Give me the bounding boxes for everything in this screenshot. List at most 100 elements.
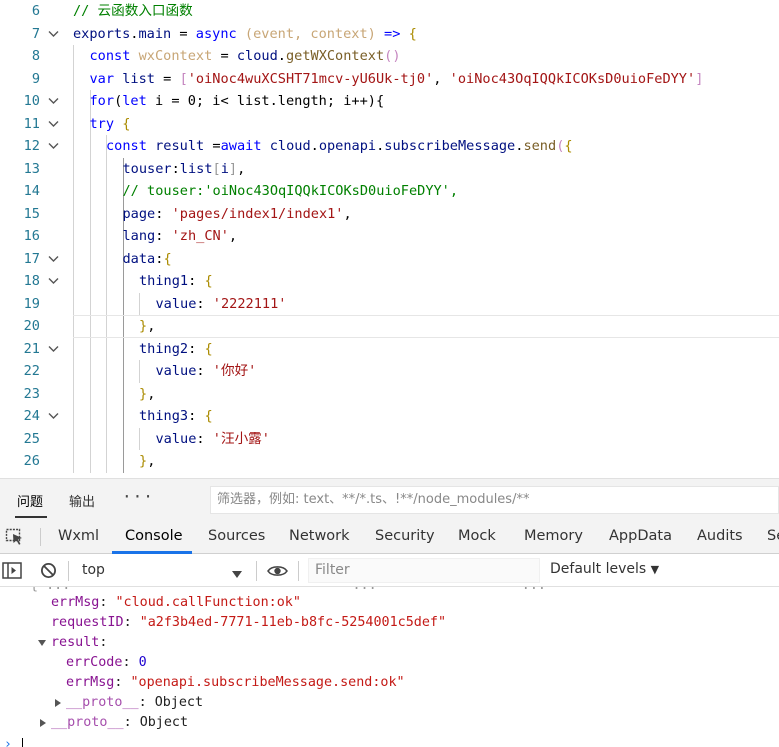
log-levels-dropdown[interactable]: Default levels ▼ <box>550 561 659 577</box>
code-token: : <box>196 295 213 312</box>
code-token: 'oiNoc4wuXCSHT71mcv-yU6Uk-tj0' <box>187 70 434 87</box>
code-line[interactable]: 9 var list = ['oiNoc4wuXCSHT71mcv-yU6Uk-t… <box>0 68 779 91</box>
code-token: thing3 <box>139 408 189 424</box>
code-line[interactable]: 16 lang: 'zh_CN', <box>0 225 779 248</box>
console-prop-requestid: requestID: "a2f3b4ed-7771-11eb-b8fc-5254… <box>51 615 447 630</box>
code-token: { <box>204 340 213 357</box>
prop-key: result <box>51 635 100 650</box>
code-line[interactable]: 15 page: 'pages/index1/index1', <box>0 203 779 226</box>
tab-se[interactable]: Se <box>767 528 779 544</box>
fold-chevron-icon[interactable] <box>48 255 59 264</box>
console-prop-result[interactable]: result: <box>51 633 107 653</box>
tab-problems[interactable]: 问题 <box>17 491 43 510</box>
code-line[interactable]: 20}, <box>0 315 779 338</box>
code-token: = <box>155 70 180 87</box>
code-token: . <box>310 138 319 154</box>
tab-appdata[interactable]: AppData <box>609 528 672 544</box>
fold-chevron-icon[interactable] <box>48 142 59 151</box>
code-token: page <box>122 205 156 222</box>
tab-audits[interactable]: Audits <box>697 528 743 544</box>
chevron-down-icon[interactable] <box>232 564 242 583</box>
code-line[interactable]: 17 data:{ <box>0 248 779 271</box>
tab-memory[interactable]: Memory <box>524 528 583 544</box>
code-line[interactable]: 19 value: '2222111' <box>0 293 779 316</box>
code-token: const <box>89 48 131 64</box>
tab-network[interactable]: Network <box>289 528 350 544</box>
code-token: touser <box>122 160 172 177</box>
code-line[interactable]: 23}, <box>0 383 779 406</box>
code-token: i = <box>146 93 188 109</box>
code-line[interactable]: 12 const result =await cloud.openapi.subs… <box>0 135 779 158</box>
code-token: 'zh_CN' <box>171 228 229 244</box>
context-select[interactable]: top <box>78 559 248 582</box>
code-token: : <box>155 205 172 222</box>
code-token: => <box>384 25 401 42</box>
console-input-caret[interactable] <box>22 738 23 747</box>
log-levels-label: Default levels <box>550 561 647 577</box>
tab-security[interactable]: Security <box>375 528 435 544</box>
code-text: }, <box>139 383 155 406</box>
fold-chevron-icon[interactable] <box>48 412 59 421</box>
code-token: ] <box>695 70 704 87</box>
code-token: : <box>196 430 213 447</box>
code-line[interactable]: 24 thing3: { <box>0 405 779 428</box>
code-text: }, <box>139 450 155 473</box>
code-token: } <box>139 318 148 334</box>
toolbar-divider <box>68 561 69 581</box>
code-token: = <box>212 48 237 64</box>
code-text: thing3: { <box>139 405 213 428</box>
console-prop-proto-inner[interactable]: __proto__: Object <box>66 693 203 713</box>
tab-wxml[interactable]: Wxml <box>58 528 99 544</box>
code-line[interactable]: 10 for(let i = 0; i< list.length; i++){ <box>0 90 779 113</box>
code-line[interactable]: 11 try { <box>0 113 779 136</box>
eye-icon[interactable] <box>267 563 288 582</box>
code-line[interactable]: 26}, <box>0 450 779 473</box>
inspect-element-icon[interactable] <box>5 528 25 550</box>
clear-console-icon[interactable] <box>40 562 57 583</box>
tab-sources[interactable]: Sources <box>208 528 265 544</box>
prop-value: "cloud.callFunction:ok" <box>115 595 301 610</box>
console-prop-proto-outer[interactable]: __proto__: Object <box>51 713 188 733</box>
tab-mock[interactable]: Mock <box>458 528 496 544</box>
fold-chevron-icon[interactable] <box>48 120 59 129</box>
collapse-triangle-icon[interactable] <box>40 719 46 727</box>
tab-output[interactable]: 输出 <box>69 491 95 510</box>
code-line[interactable]: 25 value: '汪小露' <box>0 428 779 451</box>
code-line[interactable]: 22 value: '你好' <box>0 360 779 383</box>
code-token: await <box>220 138 262 154</box>
code-token: : <box>188 340 205 357</box>
code-line[interactable]: 6 // 云函数入口函数 <box>0 0 779 23</box>
code-token: cloud <box>269 138 311 154</box>
console-filter-input[interactable]: Filter <box>308 558 540 583</box>
code-line[interactable]: 7 exports.main = async (event, context) =… <box>0 23 779 46</box>
code-text: try { <box>90 113 131 136</box>
code-line[interactable]: 8 const wxContext = cloud.getWXContext() <box>0 45 779 68</box>
code-line[interactable]: 13 touser:list[i], <box>0 158 779 181</box>
panel-filter-input[interactable]: 筛选器，例如: text、**/*.ts、!**/node_modules/** <box>210 486 779 514</box>
code-token: , <box>343 205 352 222</box>
console-output[interactable]: { ... ... ... errMsg: "cloud.callFunctio… <box>0 587 779 747</box>
more-actions-button[interactable]: ··· <box>122 487 154 506</box>
prop-value: "a2f3b4ed-7771-11eb-b8fc-5254001c5def" <box>139 615 447 630</box>
fold-chevron-icon[interactable] <box>48 345 59 354</box>
tab-console[interactable]: Console <box>125 528 183 544</box>
expand-triangle-icon[interactable] <box>38 640 46 646</box>
code-token: ; i< list.length; i++){ <box>195 93 385 109</box>
fold-chevron-icon[interactable] <box>48 97 59 106</box>
code-line[interactable]: 18 thing1: { <box>0 270 779 293</box>
code-token: data <box>122 250 156 267</box>
sidebar-toggle-icon[interactable] <box>2 562 22 583</box>
collapse-triangle-icon[interactable] <box>55 699 61 707</box>
code-line[interactable]: 14 // touser:'oiNoc43OqIQQkICOKsD0uioFeDY… <box>0 180 779 203</box>
line-number: 23 <box>23 385 40 402</box>
line-number: 15 <box>23 205 40 222</box>
line-number: 12 <box>23 138 40 154</box>
code-text: var list = ['oiNoc4wuXCSHT71mcv-yU6Uk-tj… <box>90 68 704 91</box>
code-editor[interactable]: 6// 云函数入口函数 7 exports.main = async (event,… <box>0 0 779 478</box>
fold-chevron-icon[interactable] <box>48 30 59 39</box>
fold-chevron-icon[interactable] <box>48 277 59 286</box>
code-line[interactable]: 21 thing2: { <box>0 338 779 361</box>
prop-key: errMsg <box>66 675 115 690</box>
code-token: async <box>195 25 237 42</box>
